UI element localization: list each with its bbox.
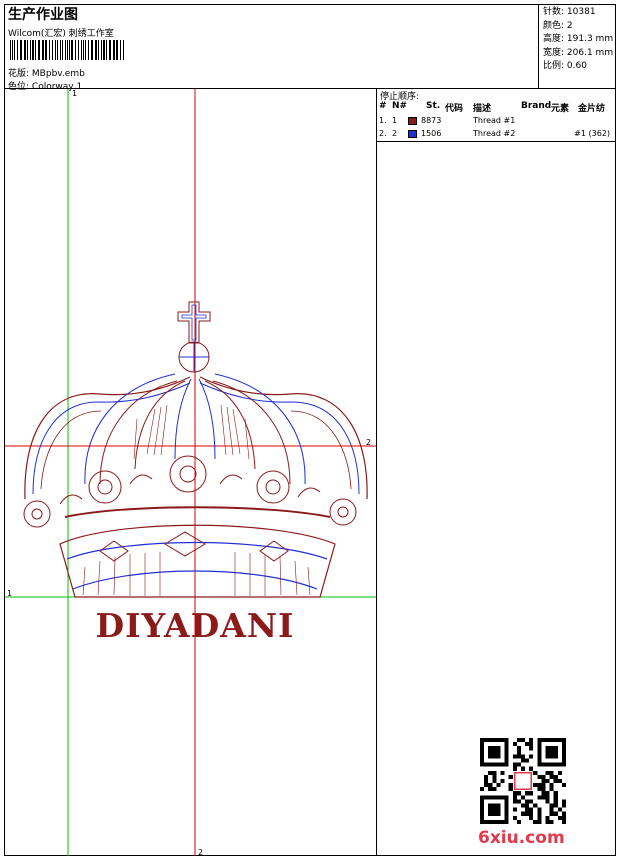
thread-code: 1506 bbox=[421, 129, 442, 138]
embroidery-canvas: 1 2 1 2 DIYADANI bbox=[5, 89, 376, 856]
row-number: 2 bbox=[392, 129, 398, 138]
thread-description: Thread #1 bbox=[473, 116, 516, 125]
stat-width: 宽度: 206.1 mm bbox=[543, 47, 614, 58]
design-file-name: MBpbv.emb bbox=[31, 69, 85, 79]
stat-stitches: 针数: 10381 bbox=[543, 7, 596, 17]
design-label: 花版: bbox=[8, 69, 30, 79]
stop-sequence-header: # N# St. 代码 描述 Brand 元素 金片纺 bbox=[377, 101, 616, 114]
table-row[interactable]: 1. 1 8873 Thread #1 bbox=[377, 116, 616, 129]
design-file-row: 花版: MBpbv.emb bbox=[8, 66, 85, 79]
col-desc: 描述 bbox=[473, 104, 492, 114]
design-preview[interactable]: 1 2 1 2 DIYADANI bbox=[5, 89, 377, 856]
thread-code: 8873 bbox=[421, 116, 442, 125]
col-code: 代码 bbox=[445, 104, 464, 114]
header-info: 生产作业图 Wilcom(汇宏) 刺绣工作室 花版: MBpbv.emb 色位:… bbox=[6, 4, 538, 92]
col-brand: Brand bbox=[521, 101, 552, 111]
axis-label-left: 1 bbox=[7, 589, 12, 598]
thread-color-swatch bbox=[408, 130, 417, 138]
stat-height: 高度: 191.3 mm bbox=[543, 34, 614, 44]
axis-label-right: 2 bbox=[366, 438, 371, 447]
col-elements: 元素 bbox=[551, 104, 570, 114]
axis-label-bottom: 2 bbox=[198, 848, 203, 856]
row-index: 2. bbox=[379, 129, 387, 138]
stats-box: 针数: 10381 颜色: 2 高度: 191.3 mm 宽度: 206.1 m… bbox=[538, 4, 616, 88]
col-hash: # bbox=[379, 101, 387, 111]
page-subtitle: Wilcom(汇宏) 刺绣工作室 bbox=[8, 29, 114, 39]
col-sequin: 金片纺 bbox=[578, 104, 606, 114]
qr-code-icon[interactable] bbox=[480, 738, 566, 824]
stat-scale: 比例: 0.60 bbox=[543, 61, 587, 71]
watermark-logo: 6xiu.com bbox=[478, 828, 565, 848]
row-index: 1. bbox=[379, 116, 387, 125]
page-title: 生产作业图 bbox=[8, 7, 78, 23]
design-lettering: DIYADANI bbox=[96, 606, 295, 645]
barcode-icon bbox=[10, 40, 124, 60]
thread-color-swatch bbox=[408, 117, 417, 125]
row-number: 1 bbox=[392, 116, 398, 125]
col-n: N# bbox=[392, 101, 408, 111]
panel-divider bbox=[377, 141, 616, 142]
axis-label-top: 1 bbox=[72, 89, 77, 98]
crown-embroidery-icon bbox=[23, 301, 368, 598]
stat-colors: 颜色: 2 bbox=[543, 20, 573, 31]
col-st: St. bbox=[426, 101, 441, 111]
thread-extra: #1 (362) bbox=[574, 129, 610, 138]
thread-description: Thread #2 bbox=[473, 129, 516, 138]
